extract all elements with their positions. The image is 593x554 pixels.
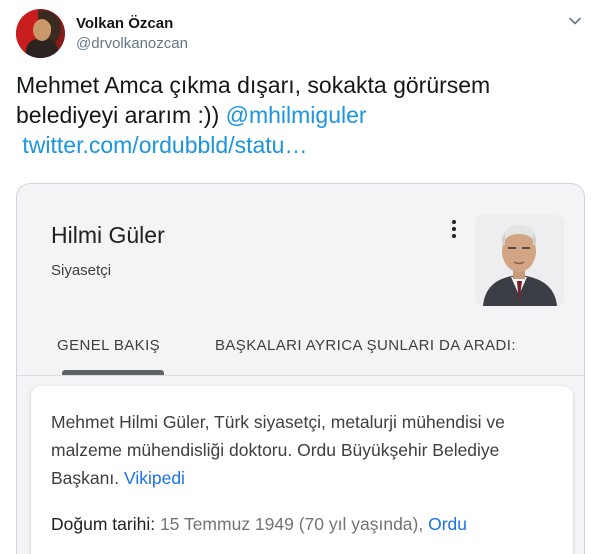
birth-value: 15 Temmuz 1949 (70 yıl yaşında), [155, 514, 429, 534]
wikipedia-link[interactable]: Vikipedi [124, 468, 185, 488]
attached-image-card[interactable]: Hilmi Güler Siyasetçi GENEL BAKIŞ BAŞKAL… [16, 183, 585, 554]
tweet-url-link[interactable]: twitter.com/ordubbld/statu… [22, 132, 307, 158]
tweet-mention-link[interactable]: @mhilmiguler [226, 102, 367, 128]
avatar[interactable] [16, 9, 65, 58]
tab-people-also-search[interactable]: BAŞKALARI AYRICA ŞUNLARI DA ARADI: [215, 337, 516, 354]
tab-overview[interactable]: GENEL BAKIŞ [57, 337, 160, 354]
description: Mehmet Hilmi Güler, Türk siyasetçi, meta… [51, 408, 561, 492]
birth-label: Doğum tarihi: [51, 514, 156, 534]
overview-card: Mehmet Hilmi Güler, Türk siyasetçi, meta… [31, 386, 573, 554]
person-photo [475, 215, 564, 306]
chevron-down-icon[interactable] [568, 14, 582, 28]
tabs-divider [17, 375, 584, 376]
author-display-name[interactable]: Volkan Özcan [76, 15, 173, 32]
panel-title: Hilmi Güler [51, 222, 165, 248]
description-text: Mehmet Hilmi Güler, Türk siyasetçi, meta… [51, 412, 505, 488]
birth-place-link[interactable]: Ordu [428, 514, 467, 534]
birth-info: Doğum tarihi: 15 Temmuz 1949 (70 yıl yaş… [51, 514, 467, 535]
panel-subtitle: Siyasetçi [51, 262, 112, 279]
tweet-text: Mehmet Amca çıkma dışarı, sokakta görürs… [16, 70, 576, 160]
more-vert-icon[interactable] [448, 218, 460, 240]
author-handle[interactable]: @drvolkanozcan [76, 35, 188, 52]
